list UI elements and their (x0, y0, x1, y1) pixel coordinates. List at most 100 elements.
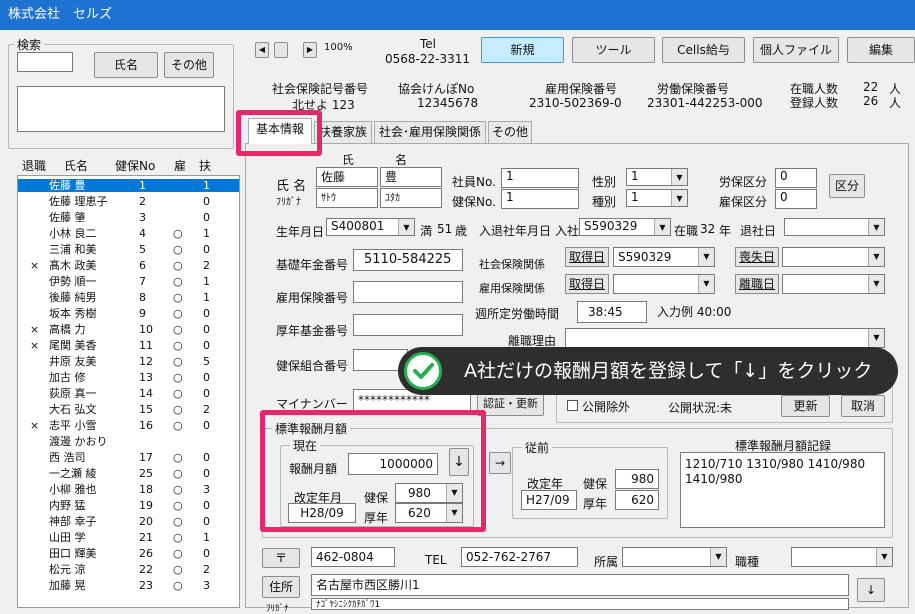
employee-row[interactable]: 荻原 真一 14 ○ 0 (18, 387, 239, 400)
ninsho-button[interactable]: 認証・更新 (477, 392, 544, 416)
employee-cell-d: 0 (203, 451, 210, 464)
kubun-button[interactable]: 区分 (829, 174, 865, 198)
kosei-kikin-input[interactable] (353, 314, 463, 336)
new-button[interactable]: 新規 (481, 37, 564, 63)
koushin-button[interactable]: 更新 (781, 395, 830, 417)
employee-row[interactable]: 加古 修 13 ○ 0 (18, 371, 239, 384)
toroku-unit: 人 (889, 96, 902, 110)
employee-row[interactable]: × 高橋 力 10 ○ 0 (18, 323, 239, 336)
employee-row[interactable]: 伊勢 順一 7 ○ 1 (18, 275, 239, 288)
koyo-number-input[interactable] (353, 281, 463, 303)
mei-input[interactable]: 豊 (380, 167, 442, 187)
zip-input[interactable]: 462-0804 (311, 547, 395, 567)
tel-input[interactable]: 052-762-2767 (461, 547, 578, 567)
koyo-kubun-input[interactable]: 0 (775, 189, 817, 209)
prev-kaitei-input[interactable]: H27/09 (521, 490, 577, 510)
employee-row[interactable]: 西 浩司 17 ○ 0 (18, 451, 239, 464)
employee-row[interactable]: 佐藤 理恵子 2 0 (18, 195, 239, 208)
nav-next-button[interactable]: ▶ (303, 42, 317, 58)
zip-button[interactable]: 〒 (262, 548, 300, 568)
employee-row[interactable]: × 髙木 政美 6 ○ 2 (18, 259, 239, 272)
shozoku-select[interactable]: ▼ (622, 547, 727, 567)
jusho-kana-input[interactable]: ﾅｺﾞﾔｼﾆｼｸｶﾁｶﾞﾜ1 (311, 598, 849, 610)
kenpo-input[interactable]: 1 (501, 189, 579, 209)
shokushu-select[interactable]: ▼ (791, 547, 893, 567)
jusho-down-button[interactable]: ↓ (857, 578, 885, 602)
record-textarea[interactable]: 1210/710 1310/980 1410/980 1410/980 (680, 452, 885, 528)
koyo-value: 2310-502369-0 (529, 96, 622, 110)
nav-prev-button[interactable] (274, 42, 288, 58)
rouho-kubun-input[interactable]: 0 (775, 168, 817, 188)
tab-dependents[interactable]: 扶養家族 (314, 121, 372, 143)
employee-row[interactable]: 井原 友美 12 ○ 5 (18, 355, 239, 368)
chevron-down-icon: ▼ (868, 329, 884, 347)
torikeshi-button[interactable]: 取消 (841, 395, 885, 417)
tab-other[interactable]: その他 (488, 121, 532, 143)
search-results-box[interactable] (17, 86, 225, 132)
koyo-shutoku-button[interactable]: 取得日 (565, 274, 609, 294)
sei-header: 氏 (342, 153, 355, 167)
employee-row[interactable]: 神部 幸子 20 ○ 0 (18, 515, 239, 528)
employee-row[interactable]: 田口 輝美 26 ○ 0 (18, 547, 239, 560)
employee-row[interactable]: 一之瀬 綾 25 ○ 0 (18, 467, 239, 480)
search-other-button[interactable]: その他 (164, 52, 214, 78)
tool-button[interactable]: ツール (572, 37, 655, 63)
employee-row[interactable]: 松元 涼 22 ○ 2 (18, 563, 239, 576)
soshitsu-button[interactable]: 喪失日 (735, 247, 779, 267)
nav-first-button[interactable]: ◀ (255, 42, 269, 58)
employee-row[interactable]: 三浦 和美 5 ○ 0 (18, 243, 239, 256)
employee-row[interactable]: × 志平 小雪 16 ○ 0 (18, 419, 239, 432)
mei-kana-input[interactable]: ﾕﾀｶ (380, 188, 442, 208)
shakai-shutoku-select[interactable]: S590329 ▼ (613, 247, 715, 267)
employee-row[interactable]: 小柳 雅也 18 ○ 3 (18, 483, 239, 496)
employee-cell-k: 23 (139, 579, 153, 592)
tel-label: Tel (420, 37, 437, 51)
soshitsu-select[interactable]: ▼ (782, 247, 885, 267)
list-header-kenpo: 健保No (115, 159, 156, 173)
employee-row[interactable]: 後藤 純男 8 ○ 1 (18, 291, 239, 304)
employee-row[interactable]: 小林 良二 4 ○ 1 (18, 227, 239, 240)
seibetsu-select[interactable]: 1 ▼ (626, 168, 688, 186)
search-input[interactable] (17, 52, 73, 72)
search-group-label: 検索 (14, 36, 45, 53)
search-name-button[interactable]: 氏名 (94, 52, 158, 78)
shubetsu-select[interactable]: 1 ▼ (626, 189, 688, 207)
nyusha-select[interactable]: S590329 ▼ (579, 218, 671, 236)
prev-kenpo-input[interactable]: 980 (615, 469, 659, 489)
tooltip-text: A社だけの報酬月額を登録して「↓」をクリック (464, 360, 873, 382)
tab-insurance[interactable]: 社会･雇用保険関係 (374, 121, 486, 143)
employee-cell-e: ○ (173, 243, 183, 256)
jusho-button[interactable]: 住所 (262, 576, 300, 598)
employee-row[interactable]: 佐藤 豊 1 1 (18, 179, 239, 192)
jusho-input[interactable]: 名古屋市西区勝川1 (311, 574, 849, 596)
rishoku-select[interactable]: ▼ (782, 274, 885, 294)
taisha-select[interactable]: ▼ (784, 218, 885, 236)
edit-button[interactable]: 編集 (847, 37, 915, 63)
employee-row[interactable]: 佐藤 肇 3 0 (18, 211, 239, 224)
employee-row[interactable]: 大石 弘文 15 ○ 2 (18, 403, 239, 416)
rishoku-button[interactable]: 離職日 (735, 274, 779, 294)
employee-row[interactable]: × 尾関 美香 11 ○ 0 (18, 339, 239, 352)
shakai-shutoku-button[interactable]: 取得日 (565, 247, 609, 267)
koukai-checkbox[interactable] (567, 400, 578, 411)
koyo-shutoku-select[interactable]: ▼ (613, 274, 715, 294)
shotei-input[interactable]: 38:45 (577, 301, 647, 323)
employee-row[interactable]: 内野 猛 19 ○ 0 (18, 499, 239, 512)
copy-arrow-button[interactable]: → (489, 452, 511, 474)
sei-kana-input[interactable]: ｻﾄｳ (316, 188, 378, 208)
birth-select[interactable]: S400801 ▼ (326, 218, 415, 236)
employee-row[interactable]: 山田 学 21 ○ 1 (18, 531, 239, 544)
employee-row[interactable]: 加藤 晃 23 ○ 3 (18, 579, 239, 592)
employee-row[interactable]: 坂本 秀樹 9 ○ 0 (18, 307, 239, 320)
employee-cell-k: 10 (139, 323, 153, 336)
employee-row[interactable]: 渡邊 かおり (18, 435, 239, 448)
prev-kosei-input[interactable]: 620 (615, 490, 659, 510)
sei-input[interactable]: 佐藤 (316, 167, 378, 187)
employee-cell-d: 1 (203, 531, 210, 544)
kiso-input[interactable]: 5110-584225 (353, 249, 463, 271)
personal-file-button[interactable]: 個人ファイル (753, 37, 839, 63)
shain-input[interactable]: 1 (501, 168, 579, 188)
cells-salary-button[interactable]: Cells給与 (662, 37, 745, 63)
rishoku-riyu-select[interactable]: ▼ (565, 328, 885, 348)
employee-list[interactable]: 佐藤 豊 1 1 佐藤 理恵子 2 0 佐藤 肇 3 0 小林 良二 4 ○ 1 三浦 和美 5 ○ 0 × 髙木 … (17, 175, 240, 608)
